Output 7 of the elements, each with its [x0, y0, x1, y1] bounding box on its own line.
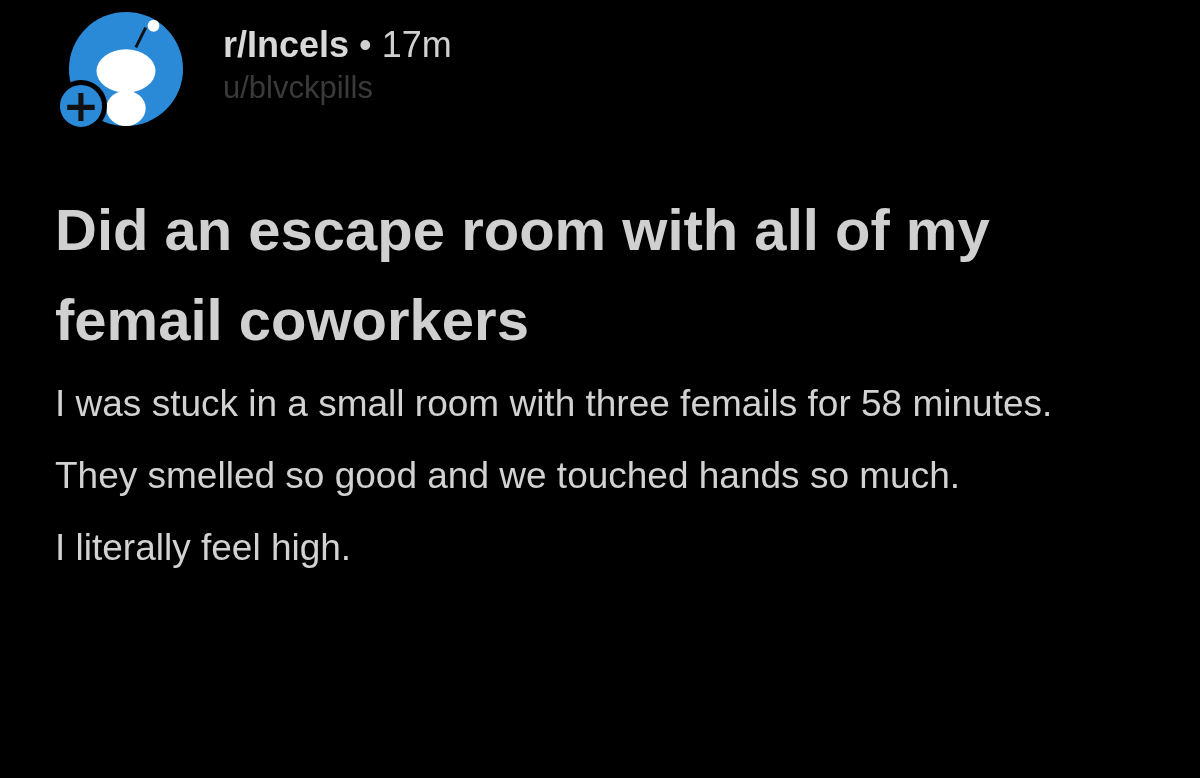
post-paragraph: I was stuck in a small room with three femails for 58 minutes. [55, 382, 1054, 426]
separator-dot: • [359, 24, 372, 66]
subreddit-name[interactable]: r/Incels [223, 24, 350, 66]
post-paragraph: I literally feel high. [55, 526, 353, 570]
post-paragraph: They smelled so good and we touched hands so much. [55, 454, 961, 498]
post-title: Did an escape room with all of my femail coworkers [55, 196, 991, 354]
post-time: 17m [381, 24, 452, 66]
